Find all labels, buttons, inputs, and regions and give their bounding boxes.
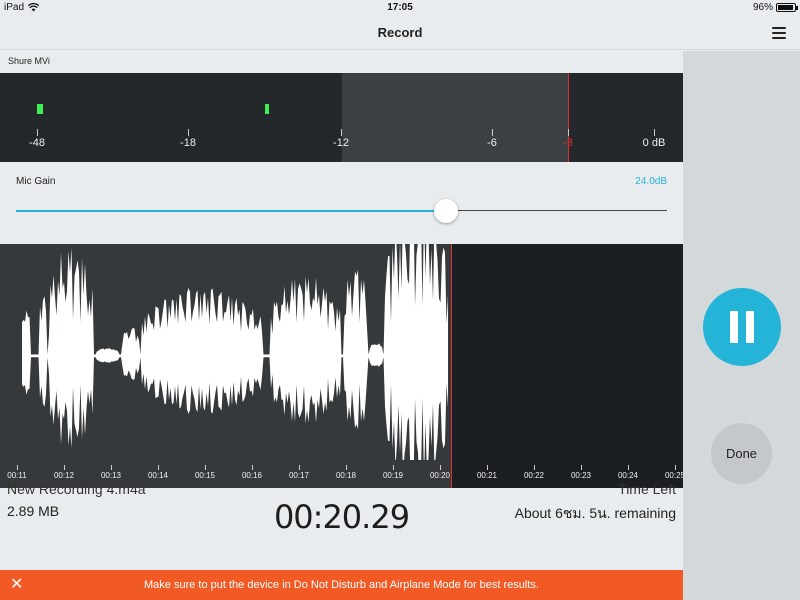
pause-icon (746, 311, 754, 343)
recording-name: New Recording 4.m4a (7, 481, 146, 497)
timeline-tick (393, 465, 394, 470)
meter-tick (188, 129, 189, 136)
playhead (451, 244, 452, 488)
timeline-tick (111, 465, 112, 470)
pause-button[interactable] (703, 288, 781, 366)
mic-gain-label: Mic Gain (16, 176, 56, 187)
timeline-tick (299, 465, 300, 470)
timeline-tick (628, 465, 629, 470)
meter-scale-label: 0 dB (642, 137, 666, 149)
waveform-view[interactable]: 00:11 00:12 00:13 00:14 00:15 00:16 00:17 00:18… (0, 244, 683, 488)
pause-icon (730, 311, 738, 343)
input-device-label: Shure MVi (0, 51, 683, 73)
done-button[interactable]: Done (711, 423, 772, 484)
timeline-tick (346, 465, 347, 470)
time-remaining: About 6ชม. 5น. remaining (514, 505, 676, 521)
timeline-tick (440, 465, 441, 470)
timeline-tick (534, 465, 535, 470)
timeline-label: 00:21 (476, 471, 498, 480)
meter-tick (492, 129, 493, 136)
meter-led (37, 104, 43, 114)
battery-icon (776, 3, 798, 12)
mic-gain-value: 24.0dB (635, 176, 667, 187)
battery-percent: 96% (752, 2, 773, 13)
timeline-tick (487, 465, 488, 470)
status-bar: iPad 17:05 96% (0, 0, 800, 16)
timeline-label: 00:24 (617, 471, 639, 480)
timeline-label: 00:14 (147, 471, 169, 480)
timeline-label: 00:17 (288, 471, 310, 480)
timeline-tick (205, 465, 206, 470)
meter-tick (341, 129, 342, 136)
timeline-tick (64, 465, 65, 470)
page-title: Record (377, 25, 423, 40)
timeline-label: 00:20 (429, 471, 451, 480)
meter-scale-label: -6 (487, 137, 497, 149)
meter-tick (654, 129, 655, 136)
timeline-label: 00:18 (335, 471, 357, 480)
timeline-tick (158, 465, 159, 470)
meter-scale-label: -48 (29, 137, 45, 149)
banner-message: Make sure to put the device in Do Not Di… (144, 579, 539, 591)
timeline-label: 00:25 (664, 471, 683, 480)
timeline-tick (17, 465, 18, 470)
nav-bar: Record (0, 16, 800, 50)
meter-led (265, 104, 269, 114)
timeline-label: 00:16 (241, 471, 263, 480)
time-left-label: Time Left (618, 481, 676, 497)
waveform-graphic (22, 244, 448, 460)
warning-banner: ✕ Make sure to put the device in Do Not … (0, 570, 683, 600)
meter-scale-label: -12 (333, 137, 349, 149)
meter-scale: -48 -18 -12 -6 -3 0 dB (0, 129, 683, 149)
timeline-label: 00:22 (523, 471, 545, 480)
mic-gain-slider-thumb[interactable] (433, 199, 458, 223)
meter-scale-label: -3 (563, 137, 573, 149)
timeline-tick (675, 465, 676, 470)
timeline-label: 00:13 (100, 471, 122, 480)
hamburger-menu-icon[interactable] (772, 27, 786, 39)
timeline-label: 00:11 (7, 471, 27, 480)
recording-info: New Recording 4.m4a Time Left 2.89 MB 00… (0, 481, 683, 570)
timeline-label: 00:15 (194, 471, 216, 480)
timeline-tick (252, 465, 253, 470)
mic-gain-slider-fill (16, 210, 446, 212)
timeline-label: 00:19 (382, 471, 404, 480)
side-controls: Done (683, 51, 800, 600)
level-meter: -48 -18 -12 -6 -3 0 dB (0, 73, 683, 162)
clock: 17:05 (387, 2, 413, 13)
meter-tick (568, 129, 569, 136)
timeline-tick (581, 465, 582, 470)
timeline-label: 00:23 (570, 471, 592, 480)
meter-tick (37, 129, 38, 136)
mic-gain-panel: Mic Gain 24.0dB (0, 162, 683, 244)
timeline-label: 00:12 (53, 471, 75, 480)
meter-hold-range (342, 73, 569, 162)
meter-scale-label: -18 (180, 137, 196, 149)
